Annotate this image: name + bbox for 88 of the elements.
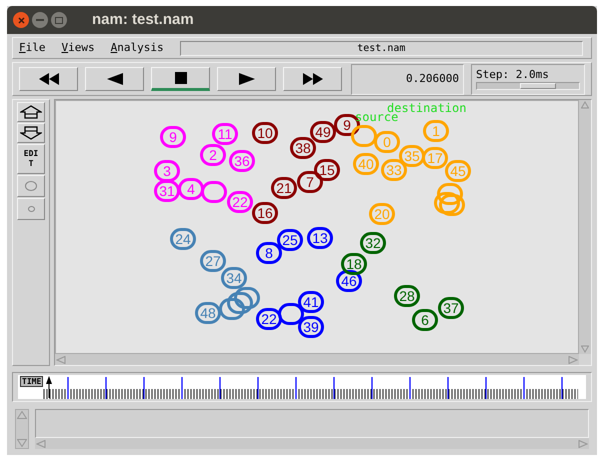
down-arrow-icon[interactable] bbox=[581, 345, 589, 353]
close-button[interactable] bbox=[13, 12, 29, 28]
network-node: 2 bbox=[200, 144, 226, 166]
network-node: 34 bbox=[221, 267, 247, 289]
file-name-field: test.nam bbox=[180, 40, 583, 56]
fast-forward-icon bbox=[302, 73, 322, 85]
network-node: 3 bbox=[154, 160, 180, 182]
network-node: 9 bbox=[160, 126, 186, 148]
zoom-in-button[interactable] bbox=[17, 102, 45, 122]
maximize-icon bbox=[55, 16, 63, 24]
stop-button[interactable] bbox=[151, 67, 210, 91]
play-icon bbox=[238, 73, 254, 85]
network-node: 28 bbox=[394, 285, 420, 307]
timeline-track[interactable]: TIME bbox=[18, 375, 586, 399]
minimize-button[interactable] bbox=[32, 12, 48, 28]
network-node: 10 bbox=[252, 122, 278, 144]
minimize-icon bbox=[36, 19, 44, 21]
rewind-button[interactable] bbox=[85, 67, 144, 91]
fast-rewind-button[interactable] bbox=[19, 67, 78, 91]
down-arrow-icon[interactable] bbox=[17, 439, 27, 447]
time-marker-icon[interactable] bbox=[46, 376, 52, 398]
network-node: 27 bbox=[200, 250, 226, 272]
network-node: 37 bbox=[438, 297, 464, 319]
right-arrow-icon[interactable] bbox=[568, 356, 578, 364]
slider-thumb[interactable] bbox=[520, 83, 556, 89]
network-node: 48 bbox=[195, 302, 221, 324]
zoom-out-button[interactable] bbox=[17, 123, 45, 143]
edit-button[interactable]: EDIT bbox=[17, 144, 45, 174]
network-node: 18 bbox=[341, 253, 367, 275]
network-node: 22 bbox=[227, 191, 253, 213]
network-node: 24 bbox=[170, 228, 196, 250]
network-node: 32 bbox=[360, 232, 386, 254]
network-node: 31 bbox=[154, 180, 180, 202]
network-node: 49 bbox=[310, 121, 336, 143]
up-arrow-icon[interactable] bbox=[17, 411, 27, 419]
step-label: Step: 2.0ms bbox=[476, 68, 550, 81]
network-node: 0 bbox=[374, 131, 400, 153]
vertical-scrollbar[interactable] bbox=[15, 409, 29, 449]
network-node: 46 bbox=[336, 270, 362, 292]
network-node: 20 bbox=[369, 203, 395, 225]
network-node: 40 bbox=[353, 153, 379, 175]
fast-forward-button[interactable] bbox=[283, 67, 342, 91]
up-arrow-icon[interactable] bbox=[581, 101, 589, 109]
play-button[interactable] bbox=[217, 67, 276, 91]
horizontal-scrollbar[interactable] bbox=[55, 354, 579, 365]
node-annotation: destination bbox=[387, 102, 466, 114]
small-node-button[interactable] bbox=[17, 198, 45, 220]
menu-item[interactable]: Views bbox=[62, 40, 95, 56]
menu-item[interactable]: Analysis bbox=[110, 40, 164, 56]
network-node: 13 bbox=[307, 227, 333, 249]
network-node: 1 bbox=[423, 120, 449, 142]
network-node: 38 bbox=[290, 137, 316, 159]
fast-rewind-icon bbox=[38, 73, 58, 85]
network-node: 8 bbox=[256, 242, 282, 264]
network-node: 41 bbox=[298, 291, 324, 313]
network-node: 21 bbox=[271, 177, 297, 199]
network-node: 17 bbox=[422, 147, 448, 169]
network-node: 22 bbox=[256, 308, 282, 330]
node-annotation: source bbox=[355, 111, 398, 123]
window-title: nam: test.nam bbox=[92, 10, 194, 30]
maximize-button[interactable] bbox=[51, 12, 67, 28]
rewind-icon bbox=[106, 73, 122, 85]
time-display: 0.206000 bbox=[351, 64, 464, 94]
network-node: 16 bbox=[252, 202, 278, 224]
step-slider[interactable] bbox=[476, 82, 580, 90]
large-node-button[interactable] bbox=[17, 175, 45, 197]
network-node: 11 bbox=[212, 123, 238, 145]
vertical-scrollbar[interactable] bbox=[579, 100, 591, 354]
up-arrow-icon bbox=[20, 105, 42, 119]
left-arrow-icon[interactable] bbox=[36, 440, 46, 448]
menu-item[interactable]: File bbox=[19, 40, 46, 56]
left-arrow-icon[interactable] bbox=[56, 356, 66, 364]
horizontal-scrollbar[interactable] bbox=[35, 438, 589, 449]
network-node: 6 bbox=[412, 309, 438, 331]
network-node: 45 bbox=[445, 160, 471, 182]
network-node: 36 bbox=[229, 150, 255, 172]
network-node: 4 bbox=[178, 178, 204, 200]
circle-icon bbox=[28, 206, 34, 212]
right-arrow-icon[interactable] bbox=[578, 440, 588, 448]
close-icon bbox=[18, 16, 24, 24]
circle-icon bbox=[25, 181, 37, 191]
stop-icon bbox=[174, 72, 186, 84]
time-label: TIME bbox=[20, 376, 44, 387]
network-node: 25 bbox=[277, 229, 303, 251]
network-node: 35 bbox=[399, 145, 425, 167]
down-arrow-icon bbox=[20, 126, 42, 140]
network-node: 15 bbox=[314, 159, 340, 181]
network-node: 39 bbox=[298, 316, 324, 338]
